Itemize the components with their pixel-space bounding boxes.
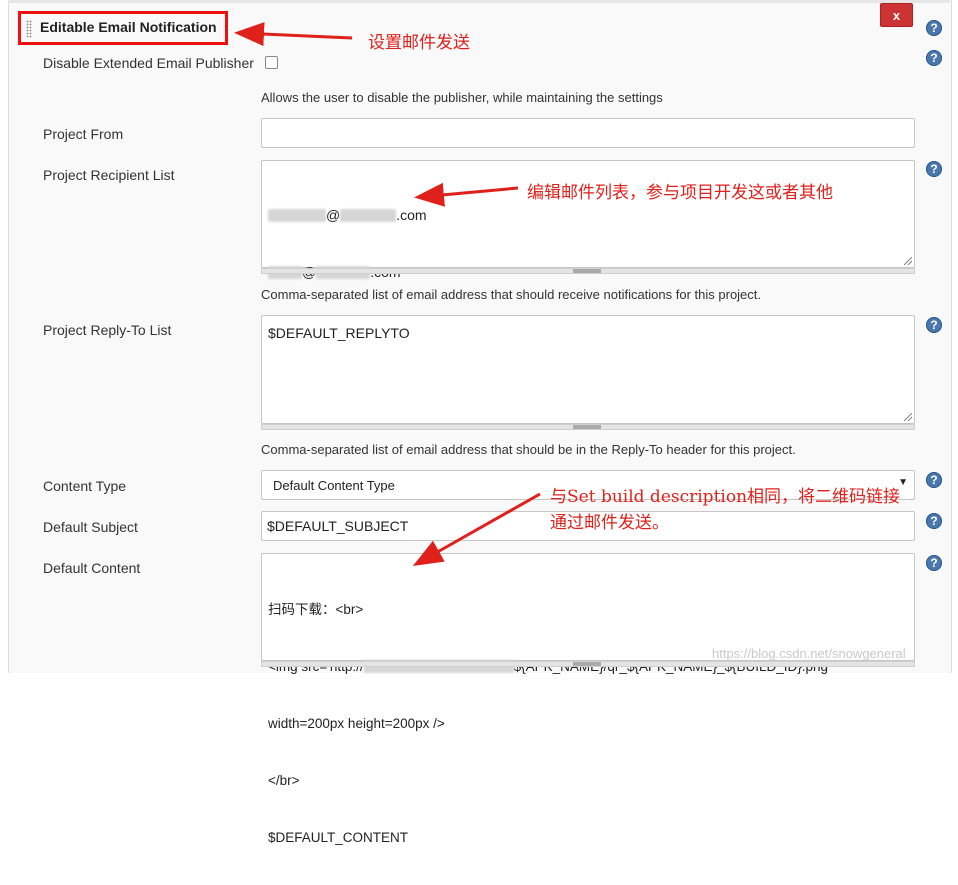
- project-from-label: Project From: [43, 126, 124, 142]
- section-top-border: [8, 0, 950, 3]
- default-subject-value: $DEFAULT_SUBJECT: [267, 518, 409, 534]
- watermark: https://blog.csdn.net/snowgeneral: [712, 646, 906, 661]
- default-content-label: Default Content: [43, 560, 141, 576]
- drag-handle-icon[interactable]: [26, 20, 32, 38]
- reply-to-label: Project Reply-To List: [43, 322, 172, 338]
- reply-to-value: $DEFAULT_REPLYTO: [268, 325, 410, 341]
- content-line: $DEFAULT_CONTENT: [268, 830, 409, 845]
- content-line: width=200px height=200px />: [268, 716, 445, 731]
- content-line: </br>: [268, 773, 300, 788]
- help-icon-default-content[interactable]: ?: [926, 555, 942, 571]
- help-icon-reply-to[interactable]: ?: [926, 317, 942, 333]
- recipient-list-textarea[interactable]: @.com @.com: [261, 160, 915, 280]
- resize-knob[interactable]: [573, 662, 601, 666]
- help-icon-disable-publisher[interactable]: ?: [926, 50, 942, 66]
- default-content-resize-bar[interactable]: [261, 661, 915, 667]
- disable-publisher-label: Disable Extended Email Publisher: [43, 55, 254, 71]
- default-content-textarea[interactable]: 扫码下载：<br> <img src='http://${APK_NAME}/q…: [261, 553, 915, 845]
- reply-to-resize-bar[interactable]: [261, 424, 915, 430]
- resize-knob[interactable]: [573, 269, 601, 273]
- help-icon-content-type[interactable]: ?: [926, 472, 942, 488]
- content-annotation-line1: 与Set build description相同，将二维码链接: [550, 487, 901, 507]
- section-header: Editable Email Notification: [18, 11, 228, 45]
- content-annotation-line2: 通过邮件发送。: [550, 513, 669, 533]
- help-icon[interactable]: ?: [926, 20, 942, 36]
- help-icon-recipient-list[interactable]: ?: [926, 161, 942, 177]
- redacted-username: [268, 209, 326, 222]
- recipient-list-label: Project Recipient List: [43, 167, 175, 183]
- help-icon-default-subject[interactable]: ?: [926, 513, 942, 529]
- reply-to-textarea[interactable]: $DEFAULT_REPLYTO: [261, 315, 915, 424]
- delete-section-button[interactable]: x: [880, 3, 913, 27]
- reply-to-description: Comma-separated list of email address th…: [261, 442, 796, 457]
- resize-corner-icon[interactable]: [904, 413, 912, 421]
- disable-publisher-description: Allows the user to disable the publisher…: [261, 90, 663, 105]
- default-subject-label: Default Subject: [43, 519, 138, 535]
- redacted-domain: [340, 209, 397, 222]
- project-from-input[interactable]: [261, 118, 915, 148]
- resize-knob[interactable]: [573, 425, 601, 429]
- recipient-annotation: 编辑邮件列表，参与项目开发这或者其他: [527, 183, 833, 203]
- content-line: 扫码下载：<br>: [268, 602, 364, 617]
- section-title: Editable Email Notification: [40, 19, 217, 35]
- resize-corner-icon[interactable]: [904, 257, 912, 265]
- header-annotation: 设置邮件发送: [368, 33, 470, 53]
- recipient-list-description: Comma-separated list of email address th…: [261, 287, 762, 302]
- disable-publisher-checkbox[interactable]: [265, 56, 278, 69]
- recipient-list-resize-bar[interactable]: [261, 268, 915, 274]
- content-type-label: Content Type: [43, 478, 127, 494]
- content-type-value: Default Content Type: [273, 478, 395, 493]
- recipient-line: @.com: [268, 206, 427, 225]
